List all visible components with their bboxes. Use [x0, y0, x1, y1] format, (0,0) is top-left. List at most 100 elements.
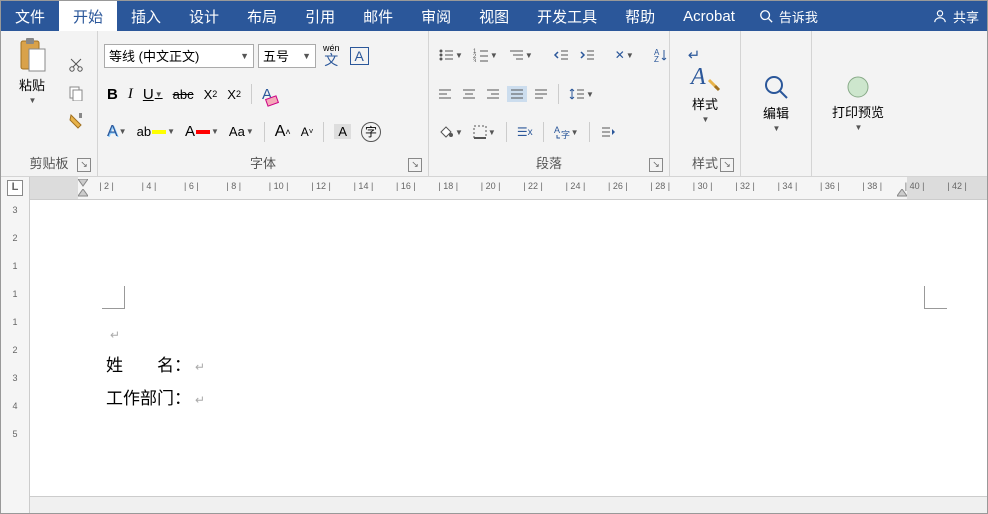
sort-icon: AZ — [654, 48, 668, 62]
hanging-indent-marker[interactable] — [78, 189, 88, 199]
tab-home[interactable]: 开始 — [59, 1, 117, 31]
align-center-button[interactable] — [459, 86, 479, 102]
tab-developer[interactable]: 开发工具 — [523, 1, 611, 31]
align-distributed-icon — [534, 88, 548, 100]
tab-selector[interactable]: L — [7, 180, 23, 196]
ruler-tick: | 10 | — [269, 181, 289, 191]
asian-layout-icon: ✕ — [615, 48, 625, 62]
tab-review[interactable]: 审阅 — [407, 1, 465, 31]
tab-mailings[interactable]: 邮件 — [349, 1, 407, 31]
numbering-button[interactable]: 123▼ — [470, 46, 501, 64]
clear-formatting-button[interactable]: A — [259, 84, 275, 105]
shrink-font-button[interactable]: A˅ — [298, 123, 317, 141]
styles-icon: A — [689, 62, 721, 92]
superscript-button[interactable]: X2 — [224, 85, 244, 104]
change-case-button[interactable]: Aa▼ — [226, 122, 257, 141]
tab-view[interactable]: 视图 — [465, 1, 523, 31]
tab-layout[interactable]: 布局 — [233, 1, 291, 31]
bullets-icon — [438, 48, 454, 62]
highlight-button[interactable]: ab▼ — [134, 122, 178, 141]
first-line-indent-marker[interactable] — [78, 179, 88, 189]
ruler-tick: 3 — [1, 373, 29, 383]
ruler-tick: | 38 | — [862, 181, 882, 191]
ruler-tick: | 32 | — [735, 181, 755, 191]
indent-icon — [579, 48, 595, 62]
paragraph-settings-button[interactable] — [597, 123, 619, 141]
italic-button[interactable]: I — [125, 84, 136, 105]
multilevel-list-button[interactable]: ▼ — [505, 46, 536, 64]
decrease-indent-button[interactable] — [550, 46, 572, 64]
tab-help[interactable]: 帮助 — [611, 1, 669, 31]
align-left-button[interactable] — [435, 86, 455, 102]
line-spacing-button[interactable]: ▼ — [566, 85, 597, 103]
shading-button[interactable]: ▼ — [435, 123, 466, 141]
copy-button[interactable] — [65, 83, 87, 103]
font-color-button[interactable]: A▼ — [182, 121, 222, 142]
grow-font-button[interactable]: A˄ — [272, 121, 294, 143]
document-body[interactable]: ↵ 姓 名：↵ 工作部门：↵ — [106, 318, 205, 415]
person-icon — [933, 9, 947, 23]
char-shading-button[interactable]: A — [331, 122, 354, 141]
font-size-combo[interactable]: 五号▼ — [258, 44, 316, 68]
subscript-button[interactable]: X2 — [201, 85, 221, 104]
align-right-button[interactable] — [483, 86, 503, 102]
tab-file[interactable]: 文件 — [1, 1, 59, 31]
horizontal-scrollbar[interactable] — [30, 496, 987, 513]
ruler-tick: 1 — [1, 317, 29, 327]
align-justify-button[interactable] — [507, 86, 527, 102]
text-direction-button[interactable]: A字▼ — [551, 123, 582, 141]
bold-button[interactable]: B — [104, 84, 121, 105]
asian-layout-button[interactable]: ✕▼ — [612, 46, 637, 64]
print-preview-label: 打印预览 — [832, 102, 884, 121]
enclose-char-button[interactable]: 字 — [358, 120, 384, 144]
dialog-launcher-icon[interactable]: ↘ — [649, 158, 663, 172]
strikethrough-button[interactable]: abc — [170, 85, 197, 104]
share-button[interactable]: 共享 — [925, 1, 987, 31]
text-direction-icon: A字 — [554, 125, 570, 139]
horizontal-ruler[interactable]: | 2 || 4 || 6 || 8 || 10 || 12 || 14 || … — [30, 177, 987, 200]
multilevel-icon — [508, 48, 524, 62]
paste-button[interactable]: 粘贴 ▼ — [11, 35, 53, 151]
tell-me-search[interactable]: 告诉我 — [749, 1, 828, 31]
group-paragraph-label: 段落 — [536, 156, 562, 171]
text-effects-button[interactable]: A▼ — [104, 121, 130, 143]
font-family-combo[interactable]: 等线 (中文正文)▼ — [104, 44, 254, 68]
format-painter-button[interactable] — [65, 111, 87, 131]
svg-text:字: 字 — [561, 129, 570, 139]
paragraph-mark-icon: ↵ — [110, 328, 120, 342]
snap-to-grid-button[interactable]: ☰x — [514, 123, 536, 141]
dialog-launcher-icon[interactable]: ↘ — [77, 158, 91, 172]
editing-button[interactable]: 编辑 ▼ — [747, 71, 805, 135]
tab-insert[interactable]: 插入 — [117, 1, 175, 31]
increase-indent-button[interactable] — [576, 46, 598, 64]
document-area: L 321112345 | 2 || 4 || 6 || 8 || 10 || … — [1, 177, 987, 513]
ruler-tick: | 8 | — [226, 181, 241, 191]
bullets-button[interactable]: ▼ — [435, 46, 466, 64]
char-border-button[interactable]: A — [347, 45, 372, 67]
align-distributed-button[interactable] — [531, 86, 551, 102]
tab-design[interactable]: 设计 — [175, 1, 233, 31]
borders-button[interactable]: ▼ — [470, 123, 499, 141]
tab-references[interactable]: 引用 — [291, 1, 349, 31]
underline-button[interactable]: U▼ — [140, 84, 166, 105]
phonetic-guide-button[interactable]: wén文 — [320, 42, 343, 69]
print-preview-button[interactable]: 打印预览 ▼ — [818, 72, 898, 134]
circle-icon — [845, 74, 871, 100]
ruler-tick: | 26 | — [608, 181, 628, 191]
ruler-tick: | 36 | — [820, 181, 840, 191]
ruler-tick: | 6 | — [184, 181, 199, 191]
dialog-launcher-icon[interactable]: ↘ — [408, 158, 422, 172]
tab-acrobat[interactable]: Acrobat — [669, 1, 749, 31]
line-spacing-icon — [569, 87, 585, 101]
svg-text:A: A — [554, 125, 560, 135]
styles-button[interactable]: A 样式 ▼ — [676, 60, 734, 126]
group-clipboard-label: 剪贴板 — [29, 156, 68, 171]
borders-icon — [473, 125, 487, 139]
eraser-icon: A — [262, 86, 272, 103]
cut-button[interactable] — [65, 55, 87, 75]
ruler-tick: | 40 | — [905, 181, 925, 191]
vertical-ruler[interactable]: L 321112345 — [1, 177, 30, 513]
page-canvas[interactable]: ↵ 姓 名：↵ 工作部门：↵ — [30, 200, 987, 496]
sort-button[interactable]: AZ — [651, 46, 671, 64]
dialog-launcher-icon[interactable]: ↘ — [720, 158, 734, 172]
